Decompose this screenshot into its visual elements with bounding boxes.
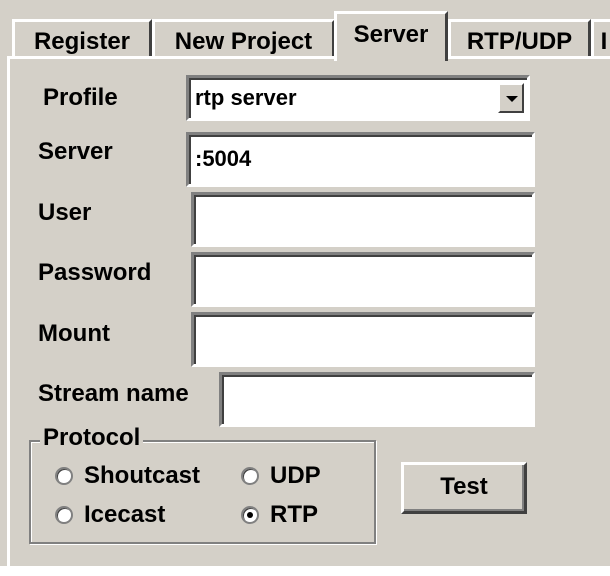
server-settings-window: Register New Project Server RTP/UDP I Pr…	[0, 0, 610, 576]
tab-new-project[interactable]: New Project	[152, 19, 335, 58]
tab-rtp-udp[interactable]: RTP/UDP	[448, 19, 591, 58]
tab-server[interactable]: Server	[334, 11, 448, 61]
tab-register[interactable]: Register	[12, 19, 152, 58]
tab-overflow[interactable]: I	[591, 19, 610, 58]
server-tab-panel	[7, 56, 610, 576]
